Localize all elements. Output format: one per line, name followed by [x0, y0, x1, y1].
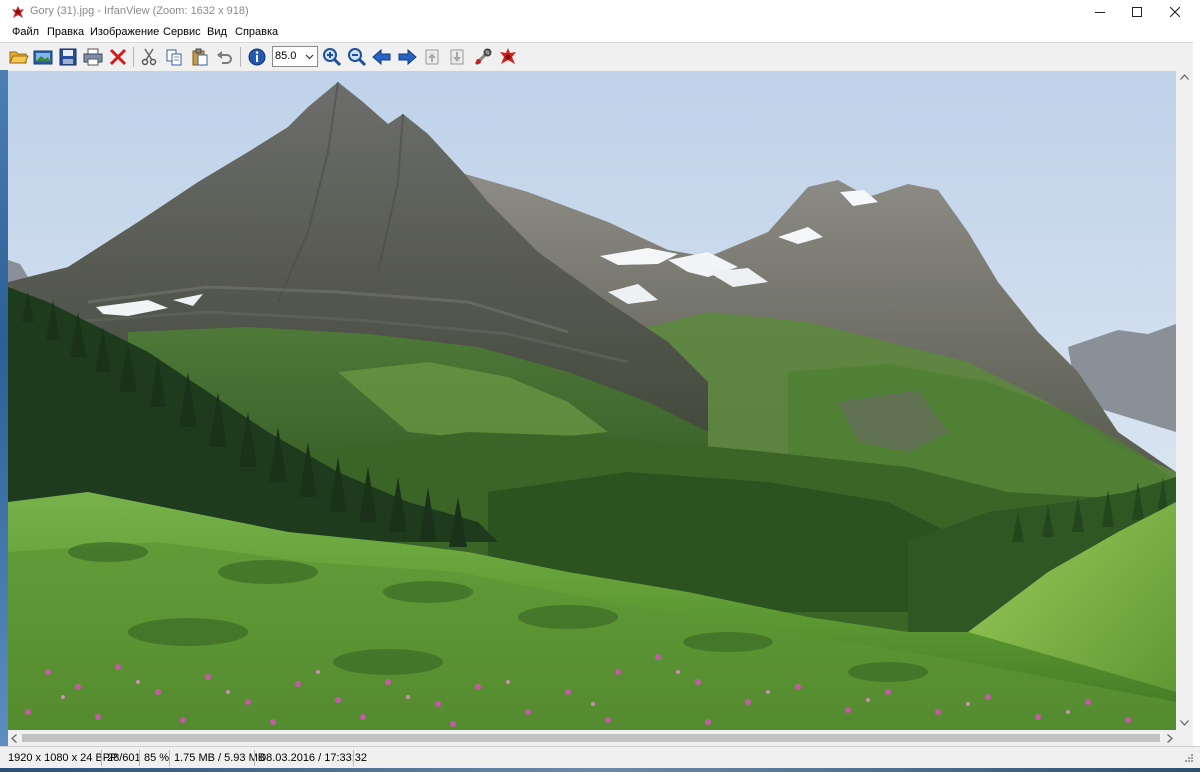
- maximize-button[interactable]: [1120, 0, 1154, 24]
- delete-icon: [109, 48, 127, 66]
- menu-view[interactable]: Вид: [207, 26, 227, 38]
- save-icon: [59, 48, 77, 66]
- status-position: 28/601: [107, 752, 141, 764]
- open-button[interactable]: [8, 46, 30, 68]
- scroll-up-icon[interactable]: [1180, 74, 1189, 80]
- toolbar-separator: [133, 47, 134, 67]
- next-button[interactable]: [396, 46, 418, 68]
- status-datetime: 08.03.2016 / 17:33:32: [260, 752, 368, 764]
- toolbar: 85.0: [0, 42, 1200, 72]
- delete-button[interactable]: [107, 46, 129, 68]
- menu-bar: Файл Правка Изображение Сервис Вид Справ…: [0, 24, 1200, 42]
- title-bar[interactable]: Gory (31).jpg - IrfanView (Zoom: 1632 x …: [0, 0, 1200, 24]
- undo-button[interactable]: [214, 46, 236, 68]
- close-button[interactable]: [1158, 0, 1192, 24]
- irfanview-window: Gory (31).jpg - IrfanView (Zoom: 1632 x …: [0, 0, 1200, 772]
- status-separator: [139, 750, 140, 766]
- status-separator: [353, 750, 354, 766]
- zoom-out-button[interactable]: [346, 46, 368, 68]
- maximize-icon: [1132, 7, 1142, 17]
- scroll-down-icon[interactable]: [1180, 720, 1189, 726]
- open-folder-icon: [9, 51, 29, 64]
- vertical-scrollbar[interactable]: [1176, 70, 1193, 730]
- print-button[interactable]: [82, 46, 104, 68]
- toolbar-separator: [240, 47, 241, 67]
- window-title: Gory (31).jpg - IrfanView (Zoom: 1632 x …: [30, 5, 249, 17]
- cut-button[interactable]: [138, 46, 160, 68]
- irfanview-icon: [500, 48, 516, 64]
- info-button[interactable]: [246, 46, 268, 68]
- status-separator: [101, 750, 102, 766]
- copy-button[interactable]: [163, 46, 185, 68]
- info-icon: [248, 48, 266, 66]
- slideshow-icon: [33, 50, 53, 65]
- menu-file[interactable]: Файл: [12, 26, 39, 38]
- first-page-button[interactable]: [421, 46, 443, 68]
- zoom-in-icon: [323, 48, 342, 67]
- resize-grip-icon[interactable]: [1182, 753, 1194, 765]
- status-zoom: 85 %: [144, 752, 170, 764]
- desktop-taskbar-edge: [0, 768, 1200, 772]
- zoom-in-button[interactable]: [321, 46, 343, 68]
- desktop-edge: [0, 70, 8, 746]
- save-button[interactable]: [57, 46, 79, 68]
- last-page-icon: [450, 49, 464, 65]
- status-bar: 1920 x 1080 x 24 BPP 28/601 85 % 1.75 MB…: [0, 746, 1200, 769]
- settings-button[interactable]: [472, 46, 494, 68]
- irfanview-button[interactable]: [497, 46, 519, 68]
- previous-button[interactable]: [371, 46, 393, 68]
- undo-icon: [217, 51, 232, 64]
- window-right-border: [1193, 24, 1200, 746]
- scroll-left-icon[interactable]: [11, 734, 17, 743]
- horizontal-scrollbar[interactable]: [8, 730, 1176, 746]
- zoom-value: 85.0: [275, 50, 297, 62]
- status-separator: [254, 750, 255, 766]
- minimize-button[interactable]: [1083, 0, 1117, 24]
- image-viewport[interactable]: [8, 72, 1176, 730]
- cut-icon: [141, 48, 157, 66]
- menu-image[interactable]: Изображение: [90, 26, 159, 38]
- menu-edit[interactable]: Правка: [47, 26, 84, 38]
- last-page-button[interactable]: [446, 46, 468, 68]
- paste-button[interactable]: [189, 46, 211, 68]
- status-filesize: 1.75 MB / 5.93 MB: [174, 752, 266, 764]
- paste-icon: [192, 48, 208, 66]
- zoom-out-icon: [348, 48, 367, 67]
- irfanview-app-icon[interactable]: [11, 5, 25, 19]
- slideshow-button[interactable]: [32, 46, 54, 68]
- menu-options[interactable]: Сервис: [163, 26, 201, 38]
- menu-help[interactable]: Справка: [235, 26, 278, 38]
- next-icon: [398, 48, 417, 66]
- horizontal-scroll-thumb[interactable]: [22, 734, 1160, 742]
- previous-icon: [372, 48, 391, 66]
- first-page-icon: [425, 49, 439, 65]
- status-separator: [169, 750, 170, 766]
- copy-icon: [166, 49, 182, 66]
- print-icon: [83, 48, 103, 66]
- minimize-icon: [1095, 12, 1105, 13]
- close-icon: [1170, 7, 1180, 17]
- settings-icon: [474, 48, 492, 66]
- mountain-landscape-photo: [8, 72, 1176, 730]
- scroll-right-icon[interactable]: [1167, 734, 1173, 743]
- chevron-down-icon[interactable]: [303, 48, 316, 65]
- zoom-combobox[interactable]: 85.0: [272, 46, 318, 67]
